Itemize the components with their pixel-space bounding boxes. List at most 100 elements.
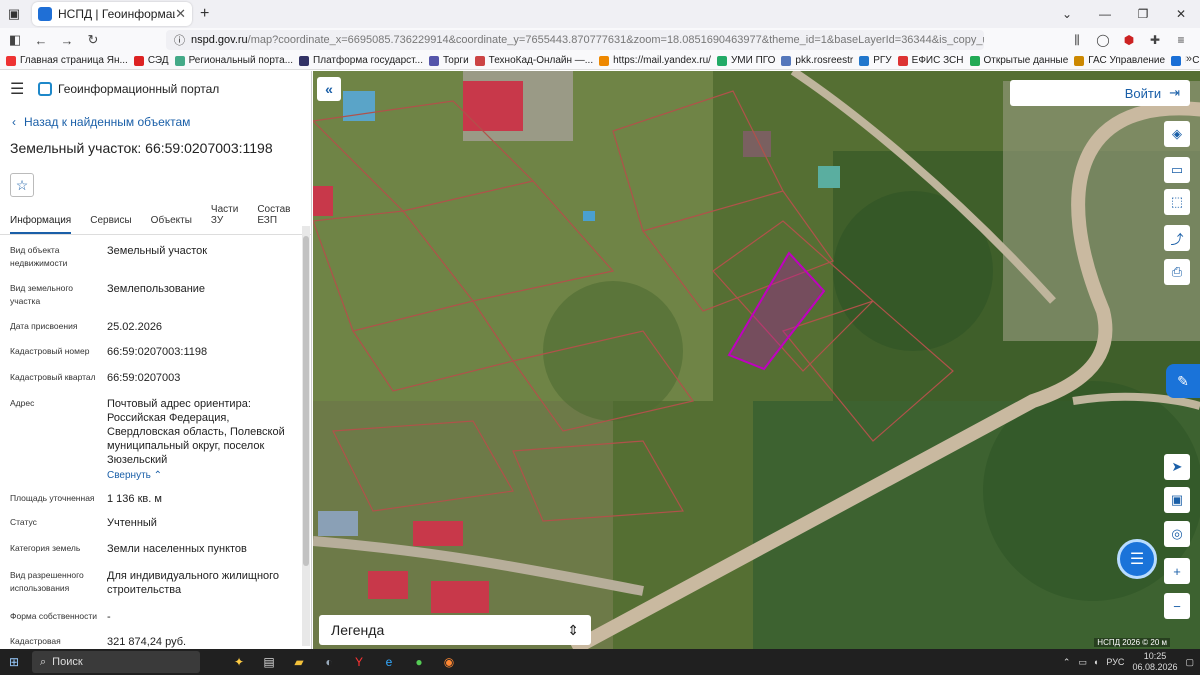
hamburger-menu-icon[interactable]: ☰: [10, 79, 32, 99]
url-path: /map?coordinate_x=6695085.736229914&coor…: [247, 34, 984, 46]
bookmark-item[interactable]: ГАС Управление: [1074, 55, 1165, 66]
bookmark-item[interactable]: ТехноКад-Онлайн —...: [474, 55, 594, 66]
notifications-icon[interactable]: ▢: [1185, 657, 1194, 668]
scrollbar-thumb[interactable]: [303, 236, 309, 566]
menu-icon[interactable]: ≡: [1168, 33, 1194, 47]
login-button[interactable]: Войти ⇥: [1010, 80, 1190, 106]
tab-parts[interactable]: Части ЗУ: [211, 204, 238, 234]
site-info-icon[interactable]: ⓘ: [174, 32, 185, 48]
windows-start-icon[interactable]: ⊞: [0, 655, 28, 669]
tab-ezp[interactable]: Состав ЕЗП: [257, 204, 292, 234]
zoom-in-button[interactable]: +: [1164, 558, 1190, 584]
task-view-icon[interactable]: ▤: [254, 655, 284, 669]
bookmark-item[interactable]: РГУ: [859, 55, 892, 66]
url-host: nspd.gov.ru: [191, 34, 248, 46]
bookmark-label: Платформа государст...: [313, 55, 423, 66]
bookmark-favicon-icon: [174, 55, 185, 66]
prop-label: Кадастровая: [10, 636, 61, 646]
ruler-button[interactable]: ▭: [1164, 157, 1190, 183]
login-arrow-icon: ⇥: [1169, 85, 1180, 100]
tray-expand-icon[interactable]: ⌃: [1063, 657, 1071, 668]
geo-search-button[interactable]: ◎: [1164, 521, 1190, 547]
chat-button[interactable]: ☰: [1117, 539, 1157, 579]
bookmark-label: ТехноКад-Онлайн —...: [488, 55, 594, 66]
zoom-out-button[interactable]: −: [1164, 593, 1190, 619]
bookmark-item[interactable]: СЭД: [133, 55, 169, 66]
network-icon[interactable]: ▭: [1078, 657, 1087, 668]
edge-browser-icon[interactable]: e: [374, 655, 404, 669]
bookmarks-overflow-icon[interactable]: »: [1185, 53, 1192, 65]
browser-tab[interactable]: НСПД | Геоинформационный ✕: [32, 2, 192, 26]
browser-toolbar-right: ⫼ ◯ ⬢ ✚ ≡: [1064, 28, 1194, 52]
prop-value: 321 874,24 руб.: [107, 636, 187, 648]
layers-button[interactable]: ◈: [1164, 121, 1190, 147]
expand-collapse-icon: ⇕: [567, 621, 579, 638]
bookmark-favicon-icon: [6, 55, 16, 66]
chrome-browser-icon[interactable]: ●: [404, 655, 434, 669]
bookmark-item[interactable]: https://mail.yandex.ru/: [599, 55, 711, 66]
tab-information[interactable]: Информация: [10, 215, 72, 234]
print-button[interactable]: ⎙: [1164, 259, 1190, 285]
volume-icon[interactable]: ◖: [1093, 657, 1098, 667]
tab-objects[interactable]: Объекты: [151, 215, 192, 234]
extension-shield-icon[interactable]: ⬢: [1116, 33, 1142, 47]
maximize-icon[interactable]: ❐: [1124, 0, 1162, 28]
bookmark-item[interactable]: pkk.rosreestr: [781, 55, 853, 66]
legend-dropdown[interactable]: Легенда ⇕: [319, 615, 591, 645]
minimap-button[interactable]: ▣: [1164, 487, 1190, 513]
window-list-icon[interactable]: ⌄: [1048, 0, 1086, 28]
back-icon[interactable]: ←: [30, 29, 52, 51]
assistant-widget-icon[interactable]: ✎: [1166, 364, 1200, 398]
bookmark-item[interactable]: ЕФИС ЗСН: [897, 55, 964, 66]
tab-list-icon[interactable]: ▣: [2, 2, 26, 26]
file-explorer-icon[interactable]: ▰: [284, 655, 314, 669]
clock-time: 10:25: [1143, 651, 1167, 661]
account-icon[interactable]: ◯: [1090, 33, 1116, 47]
input-language[interactable]: РУС: [1106, 657, 1124, 667]
locate-button[interactable]: ➤: [1164, 454, 1190, 480]
widgets-icon[interactable]: ✦: [224, 655, 254, 669]
firefox-browser-icon[interactable]: ◉: [434, 655, 464, 669]
bookmark-item[interactable]: Региональный порта...: [174, 55, 293, 66]
os-taskbar: ⊞ ⌕ Поиск ✦ ▤ ▰ ◐ Y e ● ◉ ⌃ ▭ ◖ РУС 10:25…: [0, 649, 1200, 675]
bookmark-item[interactable]: УМИ ПГО: [716, 55, 775, 66]
panel-scrollbar[interactable]: [302, 226, 310, 646]
forward-icon[interactable]: →: [56, 29, 78, 51]
share-button[interactable]: ⤴: [1164, 225, 1190, 251]
collapse-address-link[interactable]: Свернуть ⌃: [107, 469, 292, 483]
library-icon[interactable]: ⫼: [1064, 33, 1090, 48]
bookmark-label: Торги: [442, 55, 469, 66]
bookmark-label: РГУ: [873, 55, 892, 66]
address-bar[interactable]: ⓘ nspd.gov.ru/map?coordinate_x=6695085.7…: [166, 30, 984, 50]
yandex-browser-icon[interactable]: Y: [344, 655, 374, 669]
bookmark-item[interactable]: Торги: [428, 55, 469, 66]
tab-services[interactable]: Сервисы: [90, 215, 131, 234]
map-view[interactable]: « Войти ⇥ ◈ ▭ ⬚ ⤴ ⎙ ✎ ➤ ▣ ◎ ☰ + − Легенда…: [313, 71, 1200, 649]
close-tab-icon[interactable]: ✕: [175, 6, 186, 22]
minimize-icon[interactable]: —: [1086, 0, 1124, 28]
bookmark-item[interactable]: Платформа государст...: [299, 55, 423, 66]
favorite-star-icon[interactable]: ☆: [10, 173, 34, 197]
bookmark-label: Главная страница Ян...: [20, 55, 128, 66]
back-to-results-link[interactable]: ‹ Назад к найденным объектам: [0, 107, 311, 137]
chevron-up-icon: ⌃: [153, 470, 163, 481]
extensions-icon[interactable]: ✚: [1142, 33, 1168, 47]
close-window-icon[interactable]: ✕: [1162, 0, 1200, 28]
sidebar-toggle-icon[interactable]: ◧: [4, 29, 26, 51]
bookmark-label: pkk.rosreestr: [795, 55, 854, 66]
new-tab-icon[interactable]: +: [200, 5, 209, 23]
reload-icon[interactable]: ↻: [82, 29, 104, 51]
prop-value: 66:59:0207003: [107, 372, 181, 384]
bookmark-item[interactable]: Главная страница Ян...: [6, 55, 128, 66]
email-client-icon[interactable]: ◐: [314, 655, 344, 669]
object-title: Земельный участок: 66:59:0207003:1198: [10, 140, 273, 156]
taskbar-search[interactable]: ⌕ Поиск: [32, 651, 200, 673]
clock[interactable]: 10:25 06.08.2026: [1132, 651, 1177, 673]
plus-icon: +: [1173, 563, 1181, 579]
collapse-panel-button[interactable]: «: [317, 77, 341, 101]
bookmark-item[interactable]: Открытые данные: [969, 55, 1068, 66]
bookmark-favicon-icon: [428, 55, 439, 66]
bookmark-favicon-icon: [716, 55, 727, 66]
select-area-button[interactable]: ⬚: [1164, 189, 1190, 215]
prop-label: Статус: [10, 517, 37, 527]
